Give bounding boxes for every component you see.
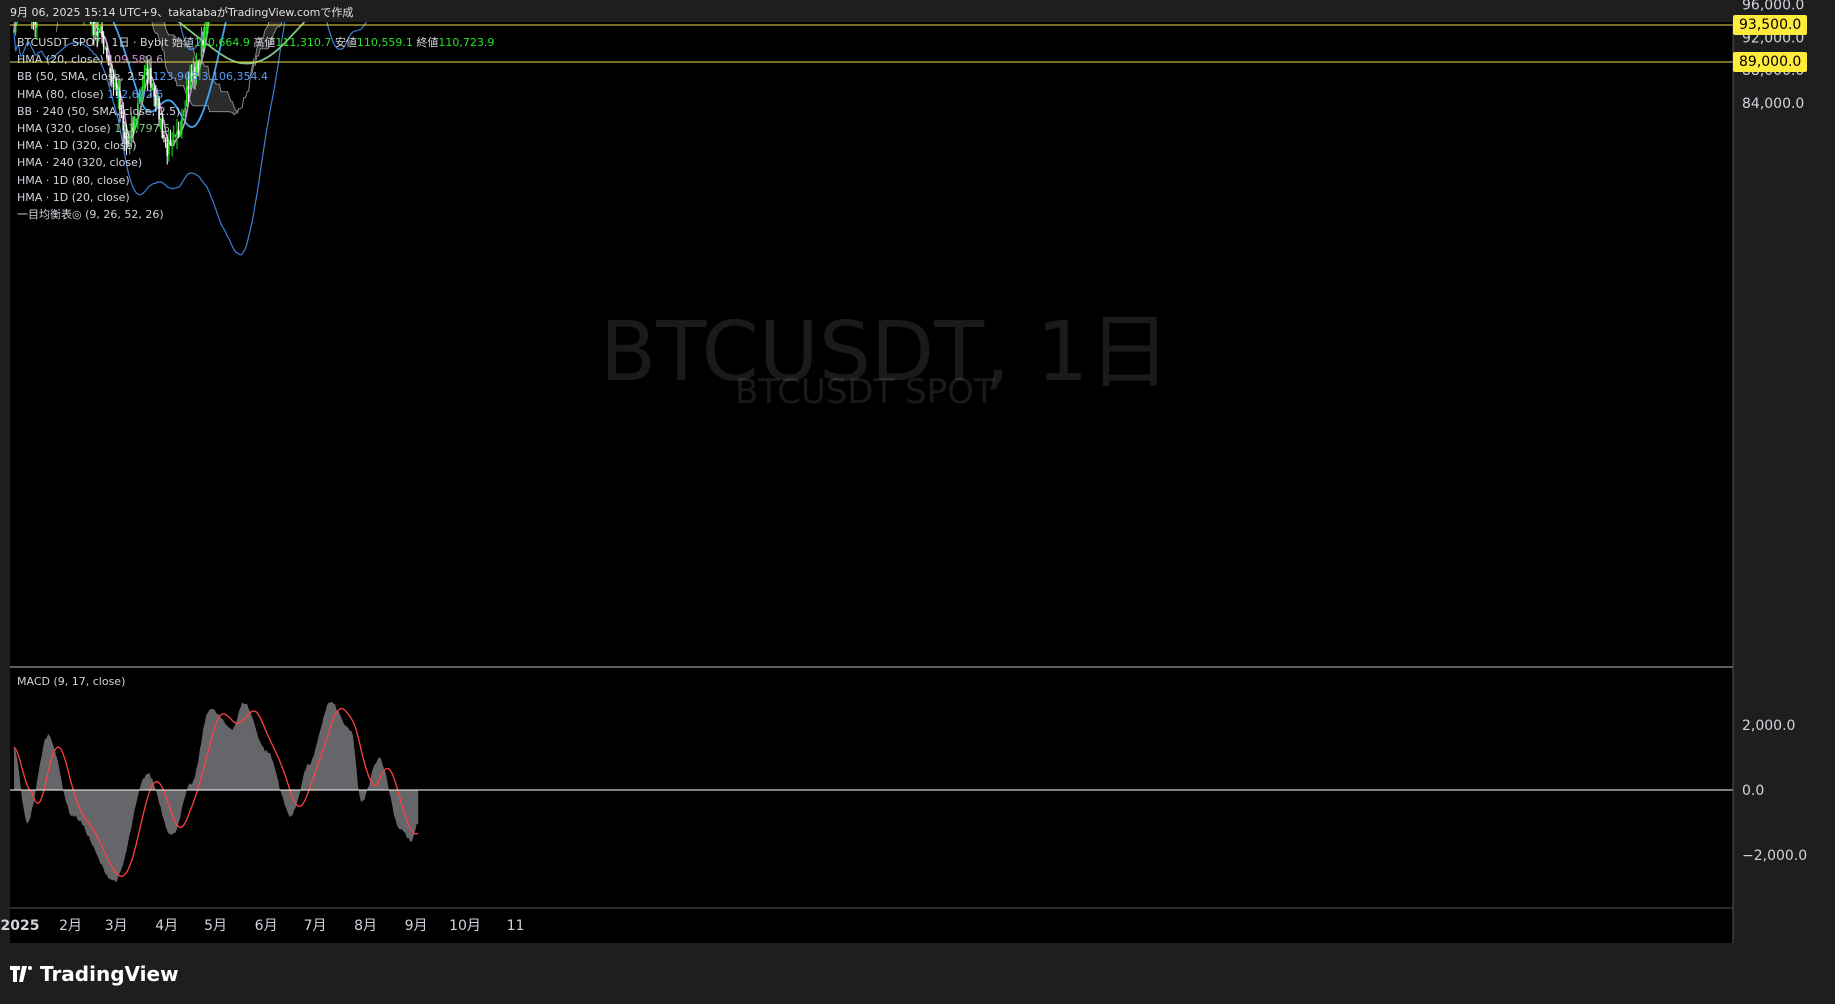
indicator-name: HMA (320, close) <box>17 122 115 136</box>
indicator-value: 117,797.5 <box>114 122 171 136</box>
indicator-name: HMA · 1D (20, close) <box>17 190 130 204</box>
x-tick-label: 9月 <box>405 918 428 934</box>
tradingview-logo[interactable]: TradingView <box>10 962 179 986</box>
indicator-value-2: 106,354.4 <box>208 70 268 84</box>
x-tick-label: 4月 <box>155 918 178 934</box>
indicator-name: BB (50, SMA, close, 2.5) <box>17 70 153 84</box>
indicator-row[interactable]: HMA (20, close) 109,589.6 <box>17 51 494 68</box>
symbol-label[interactable]: BTCUSDT SPOT · 1日 · Bybit <box>17 36 168 49</box>
chart-header: 9月 06, 2025 15:14 UTC+9、takatabaがTrading… <box>10 6 354 19</box>
x-tick-label: 11 <box>507 918 525 934</box>
indicator-name: HMA (20, close) <box>17 53 108 67</box>
indicator-name: BB · 240 (50, SMA, close, 2.5) <box>17 104 181 118</box>
indicator-row[interactable]: 一目均衡表◎ (9, 26, 52, 26) <box>17 206 494 223</box>
ohlc-row[interactable]: BTCUSDT SPOT · 1日 · Bybit 始値110,664.9 高値… <box>17 34 494 51</box>
x-tick-label: 5月 <box>204 918 227 934</box>
close-value: 110,723.9 <box>438 36 495 49</box>
x-tick-label: 10月 <box>449 918 481 934</box>
symbol-watermark-sub: BTCUSDT SPOT <box>735 372 995 412</box>
macd-y-tick-label: −2,000.0 <box>1742 848 1807 864</box>
indicator-row[interactable]: HMA (320, close) 117,797.5 <box>17 120 494 137</box>
x-tick-label: 3月 <box>105 918 128 934</box>
indicator-name: HMA (80, close) <box>17 87 108 101</box>
indicator-legend: BTCUSDT SPOT · 1日 · Bybit 始値110,664.9 高値… <box>17 34 494 223</box>
indicator-name: HMA · 1D (80, close) <box>17 173 130 187</box>
open-label: 始値 <box>171 36 194 49</box>
level-price-tag[interactable]: 93,500.0 <box>1733 15 1808 36</box>
tradingview-wordmark: TradingView <box>40 962 179 986</box>
indicator-name: HMA · 1D (320, close) <box>17 139 137 153</box>
indicator-name: 一目均衡表◎ (9, 26, 52, 26) <box>17 208 164 222</box>
indicator-name: HMA · 240 (320, close) <box>17 156 143 170</box>
candle-body[interactable] <box>13 31 15 33</box>
x-tick-label: 8月 <box>354 918 377 934</box>
close-label: 終値 <box>416 36 439 49</box>
low-label: 安値 <box>334 36 357 49</box>
macd-y-tick-label: 0.0 <box>1742 783 1764 799</box>
macd-y-tick-label: 2,000.0 <box>1742 718 1795 734</box>
indicator-row[interactable]: HMA (80, close) 112,692.6 <box>17 86 494 103</box>
candle-body[interactable] <box>205 26 208 29</box>
x-tick-label: 7月 <box>304 918 327 934</box>
indicator-row[interactable]: BB · 240 (50, SMA, close, 2.5) <box>17 103 494 120</box>
low-value: 110,559.1 <box>356 36 413 49</box>
indicator-value: 123,963.3 <box>152 70 209 84</box>
open-value: 110,664.9 <box>193 36 250 49</box>
indicator-value: 109,589.6 <box>107 53 164 67</box>
level-price-tag[interactable]: 89,000.0 <box>1733 51 1808 72</box>
tradingview-icon <box>10 966 32 982</box>
y-tick-label: 84,000.0 <box>1742 96 1804 112</box>
candle-body[interactable] <box>97 31 100 33</box>
x-tick-label: 2025 <box>1 918 40 934</box>
indicator-row[interactable]: HMA · 1D (80, close) <box>17 172 494 189</box>
high-value: 111,310.7 <box>275 36 332 49</box>
indicator-row[interactable]: HMA · 1D (320, close) <box>17 137 494 154</box>
x-tick-label: 2月 <box>59 918 82 934</box>
high-label: 高値 <box>253 36 276 49</box>
indicator-row[interactable]: HMA · 1D (20, close) <box>17 189 494 206</box>
candle-body[interactable] <box>99 27 102 30</box>
indicator-value: 112,692.6 <box>107 87 164 101</box>
macd-label[interactable]: MACD (9, 17, close) <box>17 675 125 688</box>
x-tick-label: 6月 <box>255 918 278 934</box>
y-tick-label: 96,000.0 <box>1742 0 1804 14</box>
indicator-row[interactable]: BB (50, SMA, close, 2.5) 123,963.3 106,3… <box>17 68 494 85</box>
indicator-row[interactable]: HMA · 240 (320, close) <box>17 154 494 171</box>
